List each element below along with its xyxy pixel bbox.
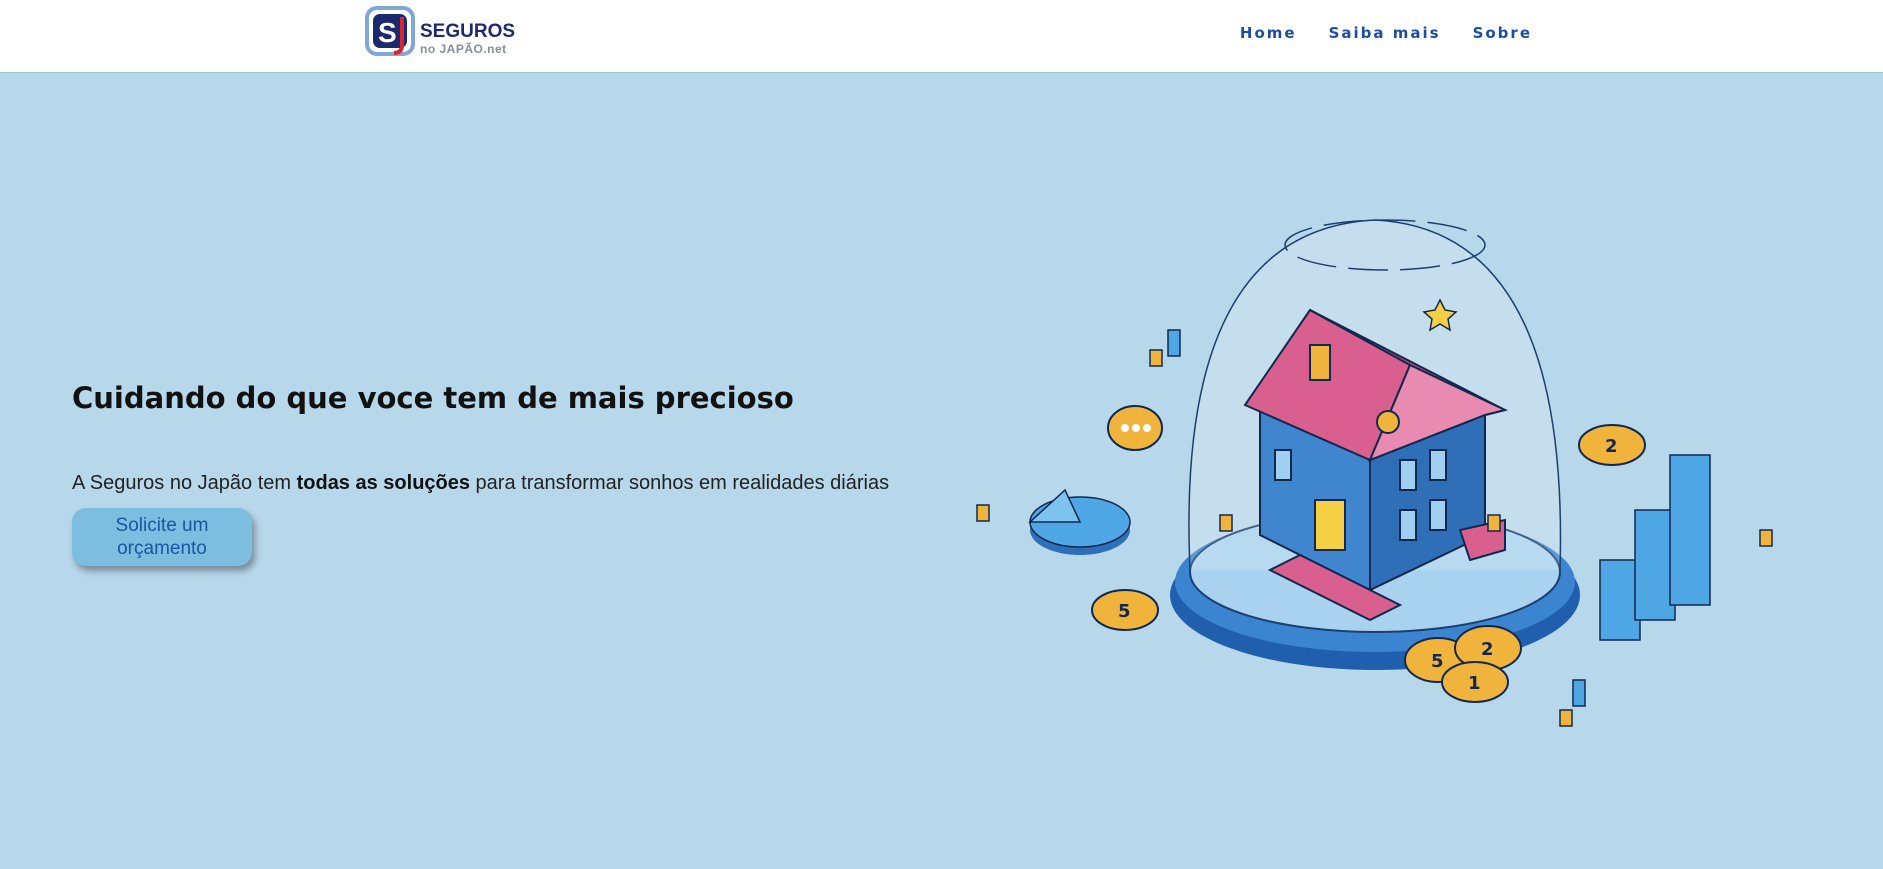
- chat-bubble-icon: [1107, 405, 1163, 451]
- house-insurance-illustration: 5 2 5 2 1: [976, 219, 1773, 727]
- pie-chart-icon: [1028, 488, 1131, 555]
- hero-subtitle: A Seguros no Japão tem todas as soluções…: [72, 472, 889, 495]
- svg-text:1: 1: [1468, 673, 1481, 694]
- logo-mark-icon: S: [365, 6, 415, 56]
- svg-text:5: 5: [1118, 601, 1131, 622]
- svg-text:S: S: [378, 17, 397, 48]
- site-logo[interactable]: S SEGUROS no JAPÃO.net: [364, 5, 544, 57]
- nav-saiba-mais[interactable]: Saiba mais: [1329, 24, 1441, 42]
- svg-text:5: 5: [1431, 651, 1444, 672]
- svg-text:2: 2: [1605, 436, 1618, 457]
- main-nav: Home Saiba mais Sobre: [1240, 24, 1532, 42]
- request-quote-button[interactable]: Solicite um orçamento: [72, 508, 252, 566]
- hero-subtitle-end: para transformar sonhos em realidades di…: [470, 472, 890, 494]
- hero-subtitle-start: A Seguros no Japão tem: [72, 472, 297, 494]
- site-header: S SEGUROS no JAPÃO.net Home Saiba mais S…: [0, 0, 1883, 73]
- logo-wordmark: SEGUROS: [420, 21, 516, 42]
- hero-title: Cuidando do que voce tem de mais precios…: [72, 381, 794, 415]
- svg-text:2: 2: [1481, 639, 1494, 660]
- nav-home[interactable]: Home: [1240, 24, 1297, 42]
- bar-chart-icon: [1599, 454, 1711, 641]
- nav-sobre[interactable]: Sobre: [1473, 24, 1532, 42]
- hero-subtitle-emphasis: todas as soluções: [296, 472, 470, 494]
- logo-subtext: no JAPÃO.net: [420, 42, 507, 56]
